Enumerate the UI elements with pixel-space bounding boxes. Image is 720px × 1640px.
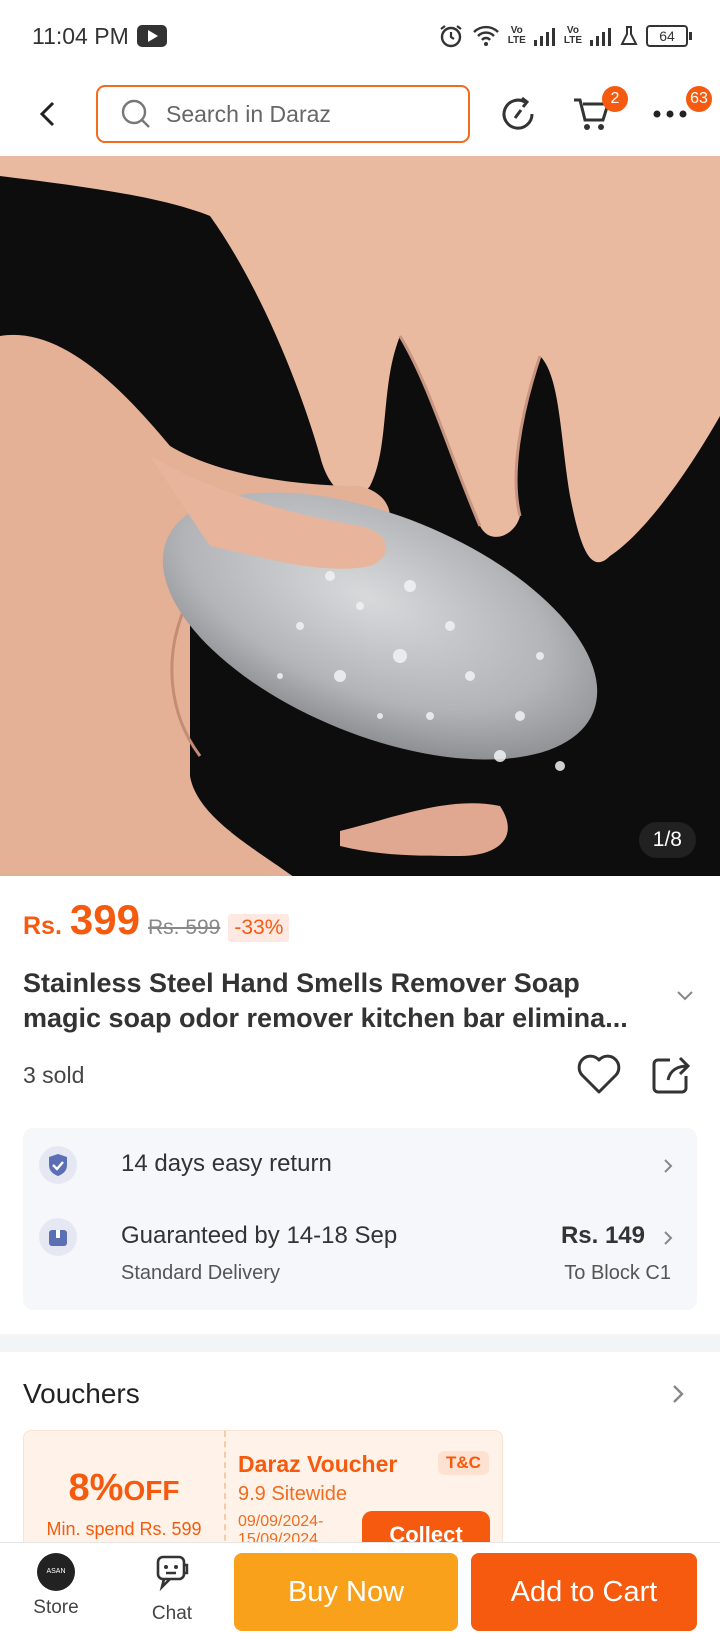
top-navigation: 2 63 xyxy=(0,72,720,156)
history-icon xyxy=(502,96,534,130)
sold-count: 3 sold xyxy=(23,1062,85,1088)
voucher-terms-button[interactable]: T&C xyxy=(438,1451,489,1475)
service-info-card: 14 days easy return Guaranteed by 14-18 … xyxy=(23,1128,697,1310)
voucher-off: OFF xyxy=(123,1475,180,1506)
product-title[interactable]: Stainless Steel Hand Smells Remover Soap… xyxy=(23,966,663,1036)
volte-indicator: Vo LTE xyxy=(507,25,526,46)
voucher-min-spend: Min. spend Rs. 599 xyxy=(46,1519,202,1539)
cart-count-badge: 2 xyxy=(602,86,628,112)
price-row: Rs. 399 Rs. 599 -33% xyxy=(23,896,290,944)
currency-label: Rs. xyxy=(23,912,62,940)
chevron-right-icon xyxy=(664,1231,673,1245)
back-button[interactable] xyxy=(30,96,66,132)
store-tab[interactable]: ASAN TRADERS Store xyxy=(16,1553,96,1619)
share-button[interactable] xyxy=(650,1052,694,1096)
voucher-card[interactable]: 8%OFF Min. spend Rs. 599 Daraz Voucher T… xyxy=(23,1430,503,1550)
product-title-line-2: magic soap odor remover kitchen bar elim… xyxy=(23,1003,628,1033)
wifi-icon xyxy=(472,25,499,46)
return-policy-label: 14 days easy return xyxy=(121,1150,332,1177)
wishlist-button[interactable] xyxy=(576,1052,622,1096)
voucher-description: 9.9 Sitewide xyxy=(238,1483,347,1505)
delivery-fee: Rs. 149 xyxy=(560,1222,645,1249)
voucher-separator xyxy=(224,1431,226,1549)
store-logo: ASAN TRADERS xyxy=(37,1553,75,1591)
delivery-box-icon xyxy=(39,1218,77,1256)
discount-badge: -33% xyxy=(228,914,290,942)
history-button[interactable] xyxy=(496,92,540,136)
shield-check-icon xyxy=(39,1146,77,1184)
delivery-guarantee-label: Guaranteed by 14-18 Sep xyxy=(121,1222,398,1249)
image-counter: 1/8 xyxy=(638,822,696,858)
original-price: Rs. 599 xyxy=(147,916,221,939)
status-icons: Vo LTE Vo LTE 64 xyxy=(438,23,692,49)
chat-label: Chat xyxy=(151,1603,193,1624)
vouchers-section-title: Vouchers xyxy=(23,1378,140,1409)
bottom-action-bar: ASAN TRADERS Store Chat Buy Now Add to C… xyxy=(0,1542,720,1640)
more-dots-icon xyxy=(653,110,687,118)
volte-indicator-2: Vo LTE xyxy=(563,25,582,46)
expand-title-chevron-icon[interactable] xyxy=(676,990,694,1002)
product-photo xyxy=(0,156,720,876)
voucher-discount-panel: 8%OFF Min. spend Rs. 599 xyxy=(24,1431,224,1549)
return-policy-row[interactable]: 14 days easy return xyxy=(39,1146,679,1186)
status-bar: 11:04 PM Vo LTE Vo LTE 64 xyxy=(0,0,720,72)
chat-icon xyxy=(156,1555,189,1592)
share-icon xyxy=(652,1056,691,1094)
signal-icon xyxy=(533,28,555,46)
heart-icon xyxy=(577,1054,621,1094)
buy-now-button[interactable]: Buy Now xyxy=(234,1553,458,1631)
search-bar[interactable] xyxy=(96,85,470,143)
signal-icon-2 xyxy=(590,28,611,46)
cart-button[interactable]: 2 xyxy=(570,86,628,136)
chat-tab[interactable]: Chat xyxy=(132,1553,212,1625)
status-time: 11:04 PM xyxy=(32,22,129,49)
voucher-discount: 8%OFF xyxy=(24,1467,224,1510)
more-button[interactable]: 63 xyxy=(648,86,712,136)
youtube-notification-icon xyxy=(136,25,167,47)
current-price: 399 xyxy=(69,896,140,943)
product-image-gallery[interactable]: 1/8 xyxy=(0,156,720,876)
delivery-type-label: Standard Delivery xyxy=(121,1262,280,1284)
notification-count-badge: 63 xyxy=(686,86,712,112)
voucher-name: Daraz Voucher xyxy=(238,1451,398,1477)
chevron-right-icon xyxy=(664,1159,673,1173)
add-to-cart-button[interactable]: Add to Cart xyxy=(471,1553,697,1631)
delivery-row[interactable]: Guaranteed by 14-18 Sep Standard Deliver… xyxy=(39,1218,679,1298)
search-input[interactable] xyxy=(166,100,426,128)
battery-indicator: 64 xyxy=(646,25,692,47)
alarm-icon xyxy=(440,25,462,48)
product-title-line-1: Stainless Steel Hand Smells Remover Soap xyxy=(23,968,580,998)
section-divider xyxy=(0,1334,720,1352)
back-arrow-icon xyxy=(39,101,55,127)
vouchers-chevron-right-icon[interactable] xyxy=(672,1384,684,1404)
store-label: Store xyxy=(33,1597,79,1618)
search-icon xyxy=(121,99,150,128)
delivery-destination: To Block C1 xyxy=(564,1262,671,1284)
flask-icon xyxy=(620,26,638,45)
voucher-percent: 8% xyxy=(68,1467,124,1509)
